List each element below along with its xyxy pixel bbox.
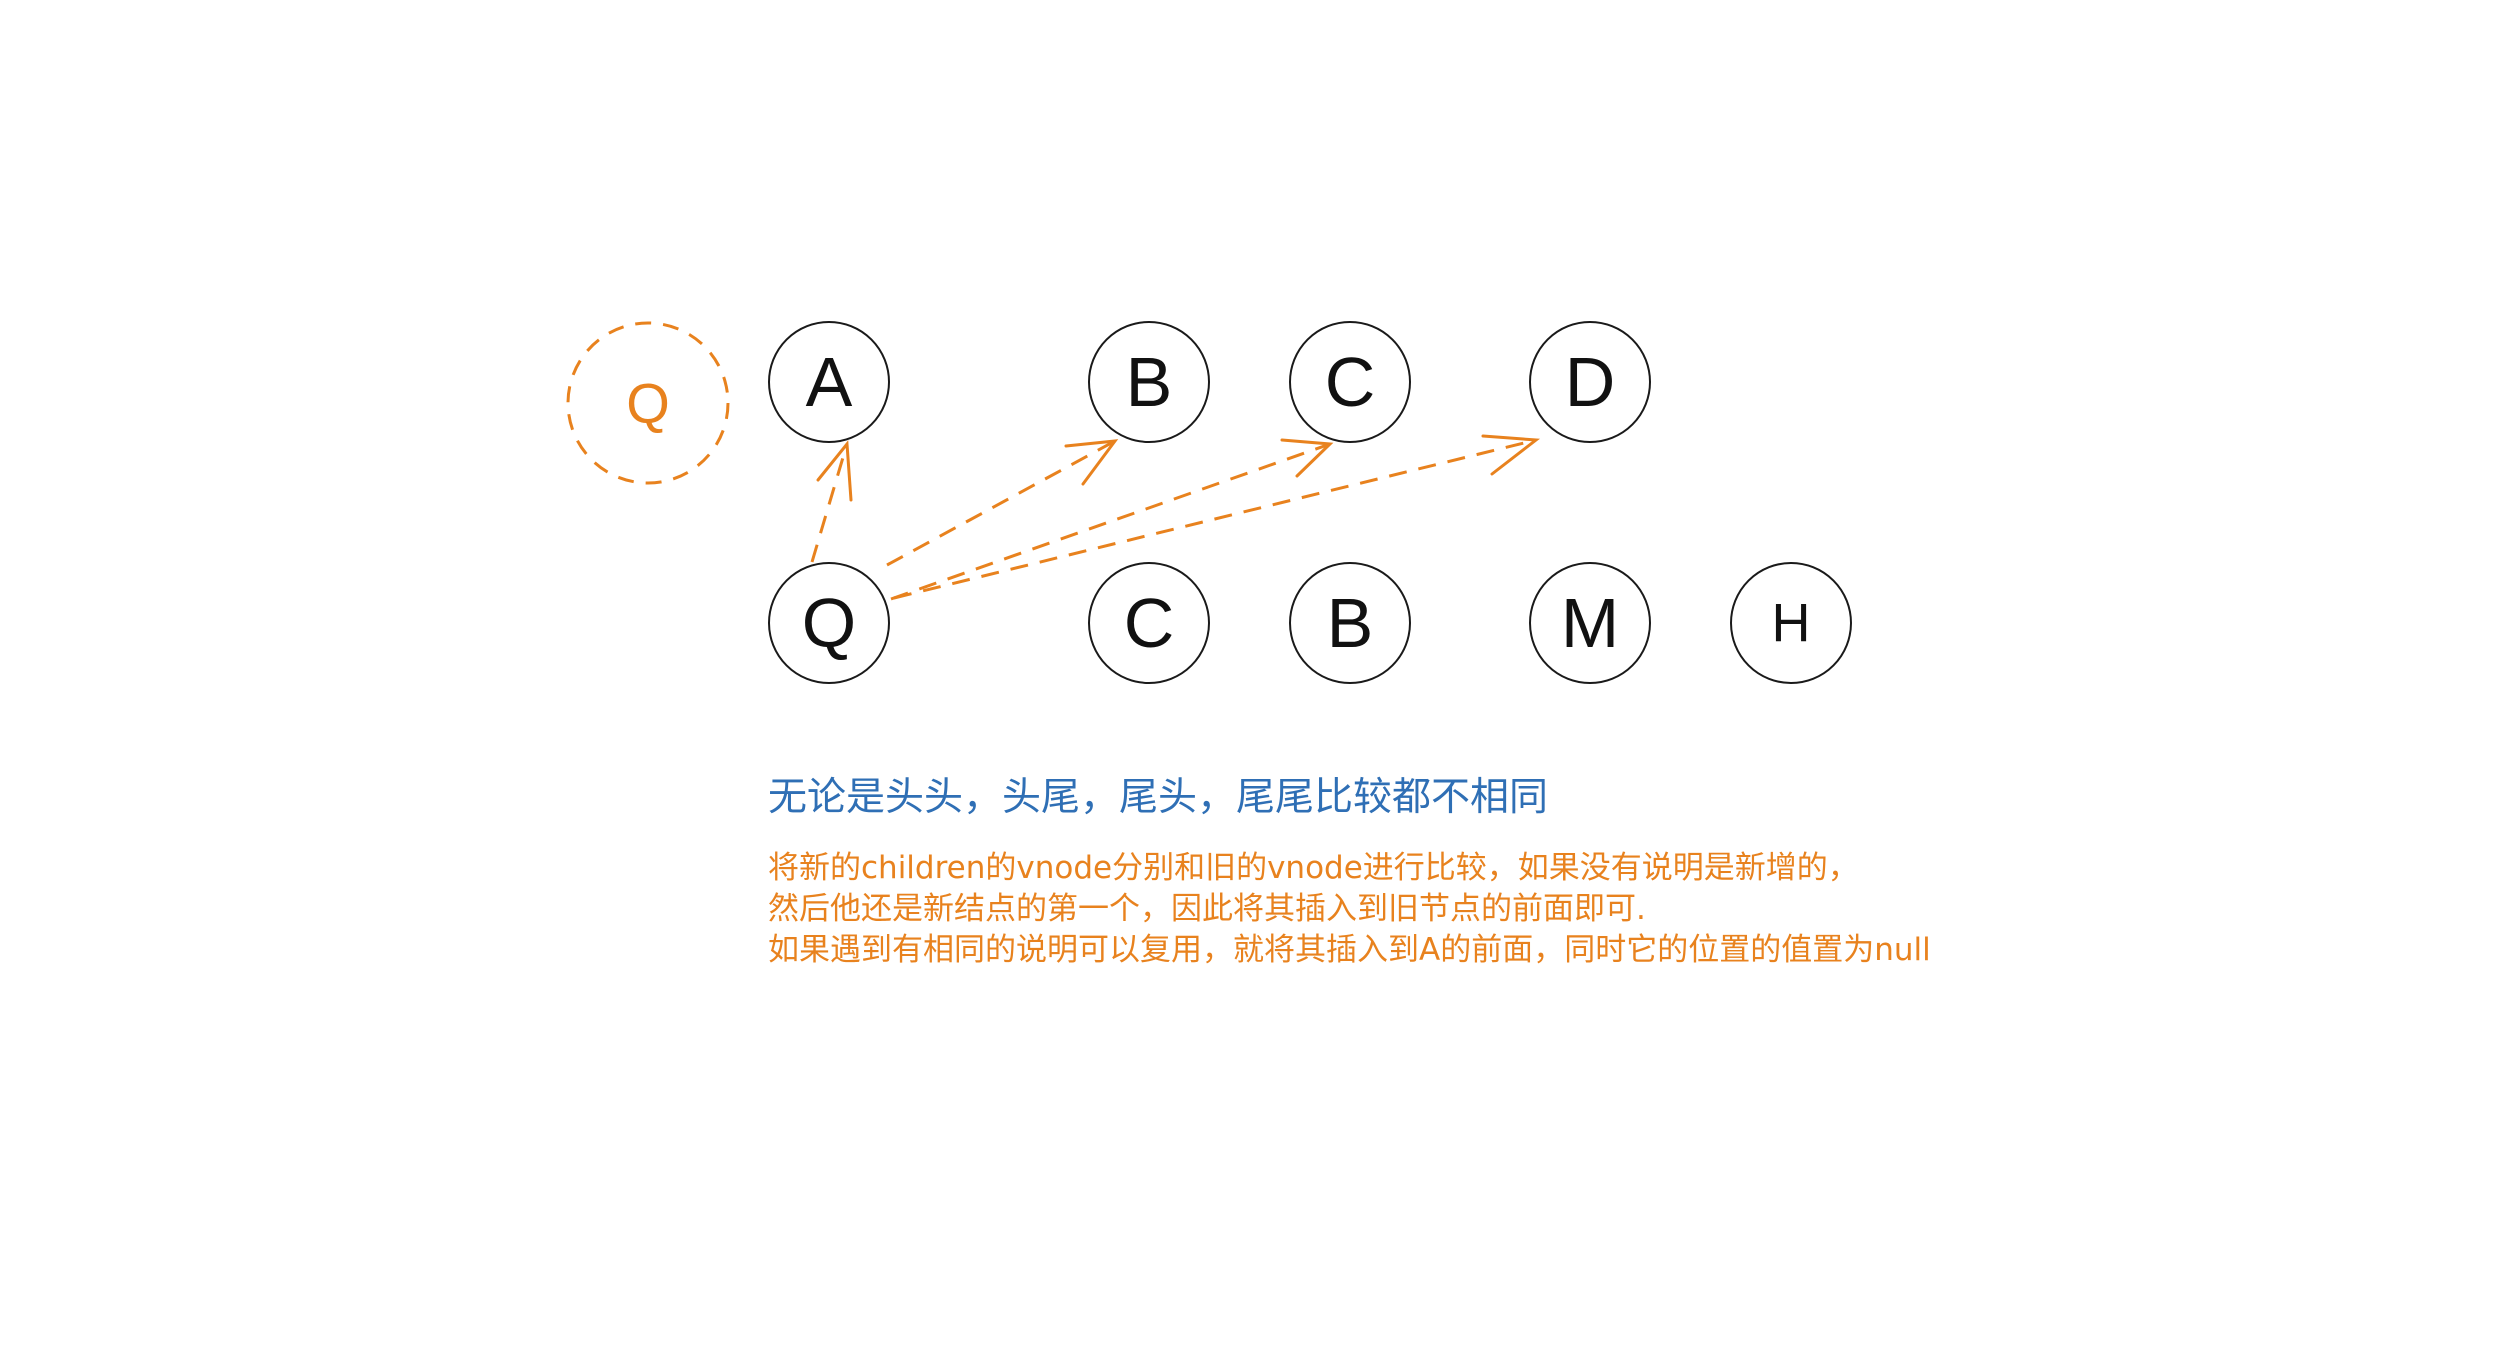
new-node-label: Q [802, 584, 856, 662]
diagram-heading: 无论是头头，头尾，尾头，尾尾比较都不相同 [768, 775, 1549, 820]
old-node-d: D [1529, 321, 1651, 443]
note-line: 然后他还是新结点的第一个，因此将其插入到旧节点的前面即可. [768, 891, 1646, 927]
note-line: 将新的children的vnode分别和旧的vnode进行比较，如果没有说明是新… [768, 850, 1859, 886]
new-node-m: M [1529, 562, 1651, 684]
old-node-label: B [1126, 343, 1173, 421]
old-node-label: C [1325, 343, 1376, 421]
new-node-label: B [1327, 584, 1374, 662]
old-node-a: A [768, 321, 890, 443]
old-node-label: D [1565, 343, 1616, 421]
old-node-label: A [806, 343, 853, 421]
arrow-q-to-d [893, 434, 1541, 600]
new-node-label: M [1561, 584, 1619, 662]
new-node-b: B [1289, 562, 1411, 684]
new-node-label: H [1772, 593, 1811, 653]
old-node-b: B [1088, 321, 1210, 443]
arrow-q-to-a [810, 440, 853, 563]
note-line: 如果遇到有相同的说明可以复用，就将其插入到A的前面，同时它的位置的值置为null [768, 932, 1931, 968]
ghost-node-label: Q [626, 372, 670, 435]
arrow-q-to-c [890, 438, 1334, 601]
diagram-canvas: Q A B C D Q C B M H [566, 321, 1852, 684]
explanation-notes: 将新的children的vnode分别和旧的vnode进行比较，如果没有说明是新… [768, 848, 1931, 971]
arrow-q-to-b [886, 439, 1119, 567]
ghost-node-q: Q [566, 321, 730, 485]
new-node-h: H [1730, 562, 1852, 684]
new-node-c: C [1088, 562, 1210, 684]
old-node-c: C [1289, 321, 1411, 443]
new-node-q: Q [768, 562, 890, 684]
new-node-label: C [1124, 584, 1175, 662]
